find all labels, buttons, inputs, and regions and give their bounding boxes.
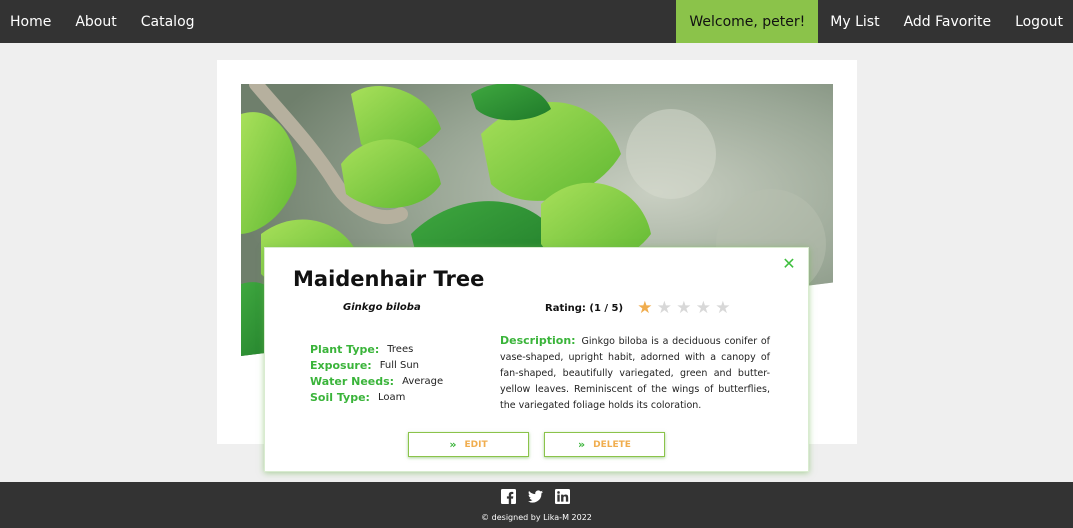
copyright-text: © designed by Lika-M 2022 [481,513,592,522]
nav-logout-link[interactable]: Logout [1003,0,1073,43]
nav-left: Home About Catalog [0,0,207,43]
welcome-user-badge: Welcome, peter! [676,0,819,43]
nav-my-list-link[interactable]: My List [818,0,891,43]
double-chevron-right-icon: » [578,438,586,451]
nav-home-link[interactable]: Home [0,0,63,43]
delete-button-label: DELETE [593,439,631,450]
plant-description: Description: Ginkgo biloba is a deciduous… [500,333,770,414]
prop-exposure: Exposure: Full Sun [310,358,443,374]
prop-value: Trees [387,344,414,355]
plant-details-panel: ✕ Maidenhair Tree Ginkgo biloba Rating: … [264,247,809,472]
description-label: Description: [500,334,576,347]
star-icon[interactable]: ★ [694,300,714,317]
close-icon[interactable]: ✕ [781,256,797,272]
rating-label: Rating: (1 / 5) [545,303,624,314]
prop-water-needs: Water Needs: Average [310,374,443,390]
delete-button[interactable]: » DELETE [544,432,665,457]
twitter-icon[interactable] [528,489,543,504]
linkedin-icon[interactable] [555,489,570,504]
nav-about-link[interactable]: About [63,0,128,43]
footer: © designed by Lika-M 2022 [0,482,1073,528]
nav-right: Welcome, peter! My List Add Favorite Log… [676,0,1073,43]
edit-button[interactable]: » EDIT [408,432,529,457]
plant-properties: Plant Type: Trees Exposure: Full Sun Wat… [310,342,443,406]
top-navbar: Home About Catalog Welcome, peter! My Li… [0,0,1073,43]
prop-value: Loam [377,392,406,403]
prop-label: Water Needs: [310,375,395,388]
double-chevron-right-icon: » [449,438,457,451]
star-icon[interactable]: ★ [635,300,655,317]
plant-latin-name: Ginkgo biloba [343,302,421,313]
social-links [501,489,582,504]
rating-stars: ★ ★ ★ ★ ★ [635,300,733,317]
prop-label: Soil Type: [310,391,370,404]
prop-label: Exposure: [310,359,372,372]
facebook-icon[interactable] [501,489,516,504]
star-icon[interactable]: ★ [655,300,675,317]
plant-name: Maidenhair Tree [293,267,485,291]
prop-plant-type: Plant Type: Trees [310,342,443,358]
rating: Rating: (1 / 5) ★ ★ ★ ★ ★ [545,300,733,317]
prop-soil-type: Soil Type: Loam [310,390,443,406]
edit-button-label: EDIT [464,439,488,450]
description-text: Ginkgo biloba is a deciduous conifer of … [500,336,770,411]
prop-value: Full Sun [379,360,420,371]
nav-add-favorite-link[interactable]: Add Favorite [892,0,1004,43]
prop-value: Average [402,376,444,387]
star-icon[interactable]: ★ [674,300,694,317]
star-icon[interactable]: ★ [713,300,733,317]
nav-catalog-link[interactable]: Catalog [129,0,207,43]
prop-label: Plant Type: [310,343,380,356]
